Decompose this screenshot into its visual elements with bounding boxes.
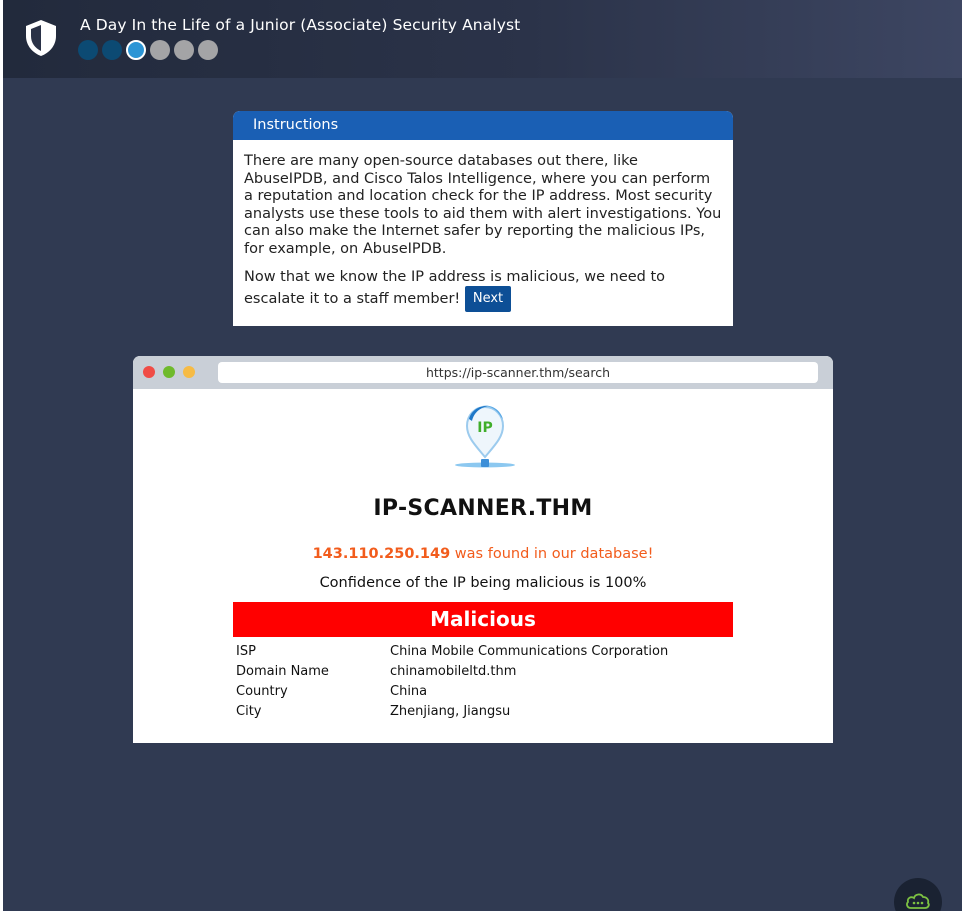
verdict-banner: Malicious xyxy=(233,602,733,637)
chat-button[interactable] xyxy=(894,878,942,911)
instructions-body: There are many open-source databases out… xyxy=(233,140,733,313)
found-message: 143.110.250.149 was found in our databas… xyxy=(133,546,833,562)
detail-label-domain: Domain Name xyxy=(236,663,329,679)
browser-window: https://ip-scanner.thm/search IP IP-SCAN… xyxy=(133,356,833,743)
progress-step-6 xyxy=(198,40,218,60)
progress-step-5 xyxy=(174,40,194,60)
detail-value-country: China xyxy=(390,683,428,699)
progress-indicator xyxy=(78,40,218,60)
table-row: Domain Name chinamobileltd.thm xyxy=(236,661,736,681)
table-row: City Zhenjiang, Jiangsu xyxy=(236,701,736,721)
progress-step-4 xyxy=(150,40,170,60)
room-title: A Day In the Life of a Junior (Associate… xyxy=(80,16,521,34)
detail-label-city: City xyxy=(236,703,262,719)
site-title: IP-SCANNER.THM xyxy=(373,496,593,521)
detail-label-isp: ISP xyxy=(236,643,256,659)
instructions-paragraph-1: There are many open-source databases out… xyxy=(244,153,722,257)
window-maximize-icon[interactable] xyxy=(183,366,195,378)
instructions-paragraph-2-text: Now that we know the IP address is malic… xyxy=(244,268,666,308)
scanned-ip: 143.110.250.149 xyxy=(312,546,451,562)
instructions-panel: Instructions There are many open-source … xyxy=(233,111,733,326)
table-row: ISP China Mobile Communications Corporat… xyxy=(236,641,736,661)
browser-chrome: https://ip-scanner.thm/search xyxy=(133,356,833,389)
detail-label-country: Country xyxy=(236,683,288,699)
ip-logo-text: IP xyxy=(477,420,492,436)
progress-step-2 xyxy=(102,40,122,60)
detail-value-domain: chinamobileltd.thm xyxy=(390,663,517,679)
top-bar: A Day In the Life of a Junior (Associate… xyxy=(3,0,962,78)
chat-cloud-icon xyxy=(906,893,930,909)
ip-pin-logo-icon: IP xyxy=(455,405,515,468)
next-button[interactable]: Next xyxy=(464,286,512,313)
confidence-message: Confidence of the IP being malicious is … xyxy=(319,575,647,591)
ip-details-table: ISP China Mobile Communications Corporat… xyxy=(236,641,736,721)
window-close-icon[interactable] xyxy=(143,366,155,378)
detail-value-city: Zhenjiang, Jiangsu xyxy=(390,703,511,719)
progress-step-1 xyxy=(78,40,98,60)
instructions-paragraph-2: Now that we know the IP address is malic… xyxy=(244,269,722,313)
found-message-suffix: was found in our database! xyxy=(450,546,654,562)
ip-scanner-page: IP IP-SCANNER.THM 143.110.250.149 was fo… xyxy=(133,389,833,743)
shield-icon xyxy=(26,20,56,56)
address-bar[interactable]: https://ip-scanner.thm/search xyxy=(218,362,818,383)
window-minimize-icon[interactable] xyxy=(163,366,175,378)
table-row: Country China xyxy=(236,681,736,701)
app-frame: A Day In the Life of a Junior (Associate… xyxy=(3,0,962,911)
detail-value-isp: China Mobile Communications Corporation xyxy=(390,643,669,659)
progress-step-3 xyxy=(126,40,146,60)
instructions-heading: Instructions xyxy=(233,111,733,140)
